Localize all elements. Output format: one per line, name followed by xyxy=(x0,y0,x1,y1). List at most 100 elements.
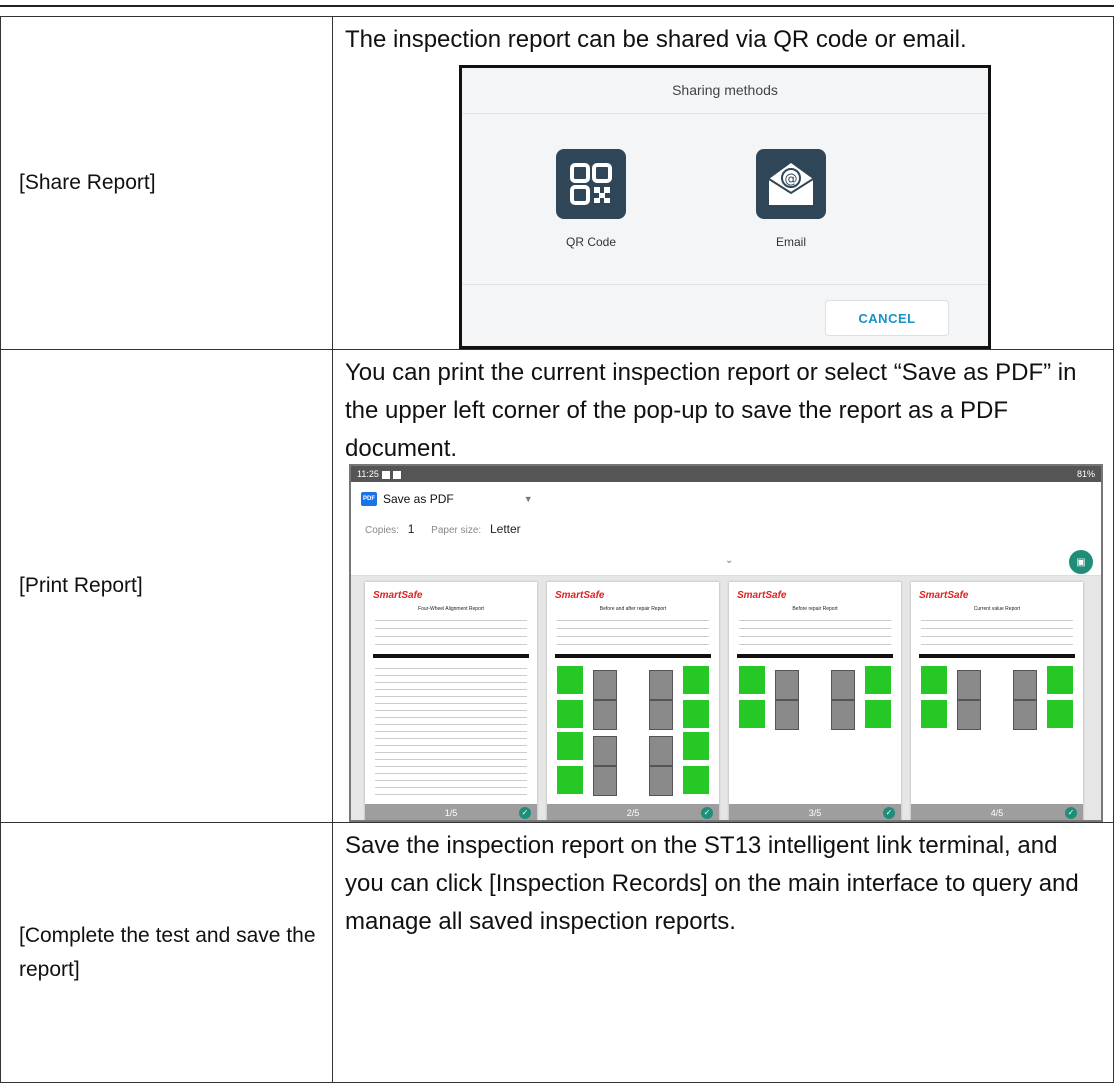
print-options: PDF Save as PDF ▼ Copies: 1 Paper size: … xyxy=(351,482,1101,576)
cancel-button[interactable]: CANCEL xyxy=(825,300,949,336)
svg-text:@: @ xyxy=(785,172,798,187)
brand-logo: SmartSafe xyxy=(737,590,787,601)
wheel-value-tile xyxy=(557,666,583,680)
text-line xyxy=(921,620,1073,621)
table-line xyxy=(375,773,527,774)
check-icon[interactable]: ✓ xyxy=(519,807,531,819)
dialog-title: Sharing methods xyxy=(672,82,778,98)
wheel-diagram xyxy=(649,700,673,730)
page-counter: 3/5 xyxy=(808,808,822,818)
section-bar xyxy=(555,654,711,658)
expand-options-icon[interactable]: ⌄ xyxy=(725,555,733,566)
wheel-value-tile xyxy=(683,666,709,680)
page-title: Current value Report xyxy=(973,606,1021,612)
page-counter: 1/5 xyxy=(444,808,458,818)
wheel-diagram xyxy=(957,700,981,730)
table-line xyxy=(375,689,527,690)
wheel-value-tile xyxy=(921,714,947,728)
save-pdf-button[interactable]: ▣ xyxy=(1069,550,1093,574)
divider xyxy=(462,284,988,285)
divider xyxy=(462,113,988,114)
wheel-value-tile xyxy=(739,714,765,728)
pdf-icon: PDF xyxy=(361,492,377,506)
table-line xyxy=(375,682,527,683)
share-email-option[interactable]: @ Email xyxy=(753,149,829,249)
wheel-value-tile xyxy=(921,680,947,694)
page-thumbnail[interactable]: SmartSafe Before and after repair Report 2… xyxy=(547,582,719,820)
wheel-value-tile xyxy=(1047,700,1073,714)
notification-icon xyxy=(392,470,401,479)
page-title: Before and after repair Report xyxy=(599,606,667,612)
check-icon[interactable]: ✓ xyxy=(1065,807,1077,819)
wheel-value-tile xyxy=(557,766,583,780)
print-settings: Copies: 1 Paper size: Letter xyxy=(365,522,535,536)
wheel-value-tile xyxy=(1047,666,1073,680)
wheel-diagram xyxy=(593,766,617,796)
instruction-table: [Share Report] The inspection report can… xyxy=(0,16,1114,1083)
page-footer: 4/5 ✓ xyxy=(911,804,1083,820)
page-title: Four-Wheel Alignment Report xyxy=(418,606,484,612)
share-qr-code-option[interactable]: QR Code xyxy=(553,149,629,249)
paper-size-value[interactable]: Letter xyxy=(490,522,521,536)
wheel-value-tile xyxy=(865,700,891,714)
row-description: Save the inspection report on the ST13 i… xyxy=(345,832,1079,935)
email-label: Email xyxy=(775,235,806,249)
qr-code-icon xyxy=(556,149,626,219)
text-line xyxy=(739,628,891,629)
destination-select[interactable]: PDF Save as PDF ▼ xyxy=(361,492,533,506)
wheel-diagram xyxy=(957,670,981,700)
wheel-diagram xyxy=(593,700,617,730)
table-line xyxy=(375,668,527,669)
wheel-diagram xyxy=(593,670,617,700)
check-icon[interactable]: ✓ xyxy=(701,807,713,819)
page-counter: 4/5 xyxy=(990,808,1004,818)
text-line xyxy=(739,636,891,637)
table-line xyxy=(375,794,527,795)
wheel-diagram xyxy=(649,736,673,766)
table-line xyxy=(375,745,527,746)
text-line xyxy=(739,620,891,621)
table-line xyxy=(375,724,527,725)
wheel-value-tile xyxy=(683,680,709,694)
copies-label: Copies: xyxy=(365,525,399,536)
page-footer: 2/5 ✓ xyxy=(547,804,719,820)
sharing-dialog: Sharing methods QR Code @ Email CANCEL xyxy=(459,65,991,349)
notification-icon xyxy=(381,470,390,479)
wheel-value-tile xyxy=(739,700,765,714)
row-share-report: [Share Report] The inspection report can… xyxy=(0,16,1114,350)
table-line xyxy=(375,703,527,704)
row-description: You can print the current inspection rep… xyxy=(345,359,1077,462)
table-line xyxy=(375,738,527,739)
wheel-diagram xyxy=(1013,670,1037,700)
text-line xyxy=(375,644,527,645)
top-rule xyxy=(0,5,1114,7)
page-counter: 2/5 xyxy=(626,808,640,818)
page-footer: 3/5 ✓ xyxy=(729,804,901,820)
print-preview: 11:25 81% PDF Save as PDF ▼ Copies: 1 Pa… xyxy=(349,464,1103,822)
table-line xyxy=(375,752,527,753)
wheel-value-tile xyxy=(865,680,891,694)
wheel-diagram xyxy=(831,670,855,700)
wheel-value-tile xyxy=(557,746,583,760)
chevron-down-icon: ▼ xyxy=(523,494,533,504)
wheel-value-tile xyxy=(683,766,709,780)
copies-value[interactable]: 1 xyxy=(408,522,415,536)
text-line xyxy=(739,644,891,645)
page-footer: 1/5 ✓ xyxy=(365,804,537,820)
text-line xyxy=(557,644,709,645)
wheel-diagram xyxy=(775,670,799,700)
wheel-value-tile xyxy=(683,700,709,714)
text-line xyxy=(375,620,527,621)
row-content: You can print the current inspection rep… xyxy=(332,349,1114,823)
status-bar: 11:25 81% xyxy=(351,466,1101,482)
wheel-diagram xyxy=(649,766,673,796)
check-icon[interactable]: ✓ xyxy=(883,807,895,819)
page-thumbnail[interactable]: SmartSafe Current value Report 4/5 ✓ xyxy=(911,582,1083,820)
wheel-diagram xyxy=(1013,700,1037,730)
page-thumbnail[interactable]: SmartSafe Four-Wheel Alignment Report 1/5 ✓ xyxy=(365,582,537,820)
page-title: Before repair Report xyxy=(792,606,838,612)
page-thumbnail[interactable]: SmartSafe Before repair Report 3/5 ✓ xyxy=(729,582,901,820)
text-line xyxy=(375,628,527,629)
wheel-value-tile xyxy=(557,700,583,714)
brand-logo: SmartSafe xyxy=(919,590,969,601)
